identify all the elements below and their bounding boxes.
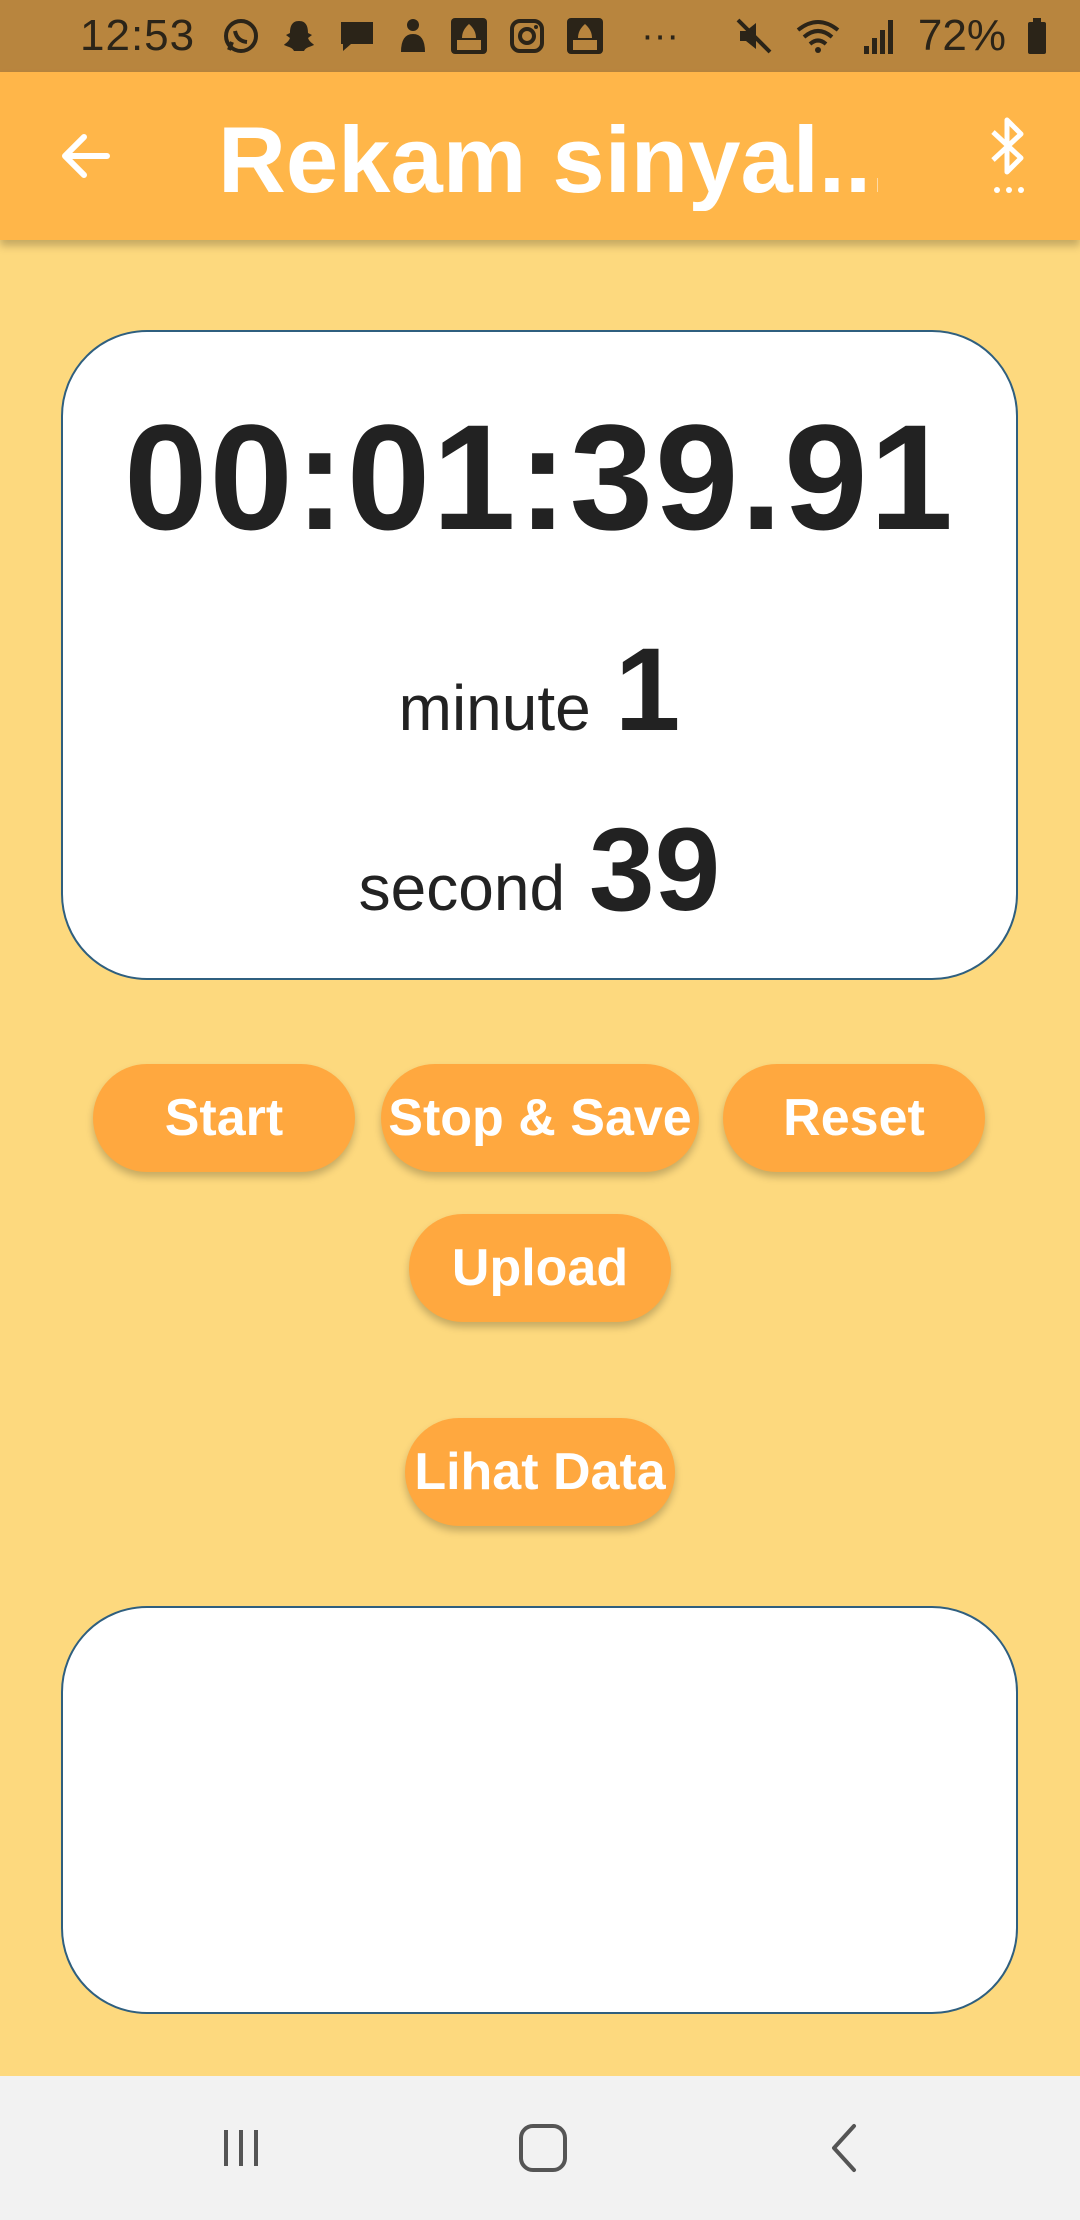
minute-label: minute: [398, 672, 591, 744]
system-back-button[interactable]: [786, 2112, 906, 2184]
message-icon: [337, 16, 377, 56]
minute-value: 1: [614, 624, 681, 756]
view-data-button[interactable]: Lihat Data: [405, 1418, 675, 1526]
start-button[interactable]: Start: [93, 1064, 355, 1172]
arrow-left-icon: [62, 134, 110, 178]
notification-icons: ···: [221, 15, 679, 58]
snapchat-icon: [279, 16, 319, 56]
app-bar: Rekam sinyal...: [0, 72, 1080, 240]
whatsapp-icon: [221, 16, 261, 56]
more-notifications: ···: [641, 14, 680, 57]
instagram-icon: [507, 16, 547, 56]
minute-row: minute 1: [63, 622, 1016, 758]
upload-button[interactable]: Upload: [409, 1214, 671, 1322]
mosque-icon-2: [565, 16, 605, 56]
home-button[interactable]: [483, 2112, 603, 2184]
bluetooth-button[interactable]: [980, 112, 1040, 202]
battery-percent: 72%: [917, 11, 1006, 60]
stop-save-button[interactable]: Stop & Save: [381, 1064, 699, 1172]
mute-icon: [734, 16, 774, 56]
bluetooth-searching-icon: [991, 117, 1024, 193]
back-button[interactable]: [52, 122, 120, 190]
battery-icon: [1026, 16, 1048, 56]
wifi-icon: [794, 16, 842, 56]
mosque-icon: [449, 16, 489, 56]
page-title: Rekam sinyal...: [218, 108, 878, 212]
recent-apps-icon: [224, 2130, 258, 2166]
system-nav-bar: [0, 2076, 1080, 2220]
prayer-app-icon: [395, 16, 431, 56]
status-bar: 12:53 ··· 72%: [0, 0, 1080, 72]
second-value: 39: [589, 804, 721, 936]
home-icon: [519, 2124, 567, 2172]
reset-button[interactable]: Reset: [723, 1064, 985, 1172]
second-row: second 39: [63, 802, 1016, 938]
status-time: 12:53: [80, 11, 196, 60]
data-output-card: [61, 1606, 1018, 2014]
recent-apps-button[interactable]: [181, 2112, 301, 2184]
second-label: second: [358, 852, 566, 924]
signal-icon: [862, 16, 898, 56]
chevron-left-icon: [832, 2124, 856, 2172]
elapsed-time: 00:01:39.91: [124, 393, 955, 561]
timer-card: 00:01:39.91 minute 1 second 39: [61, 330, 1018, 980]
